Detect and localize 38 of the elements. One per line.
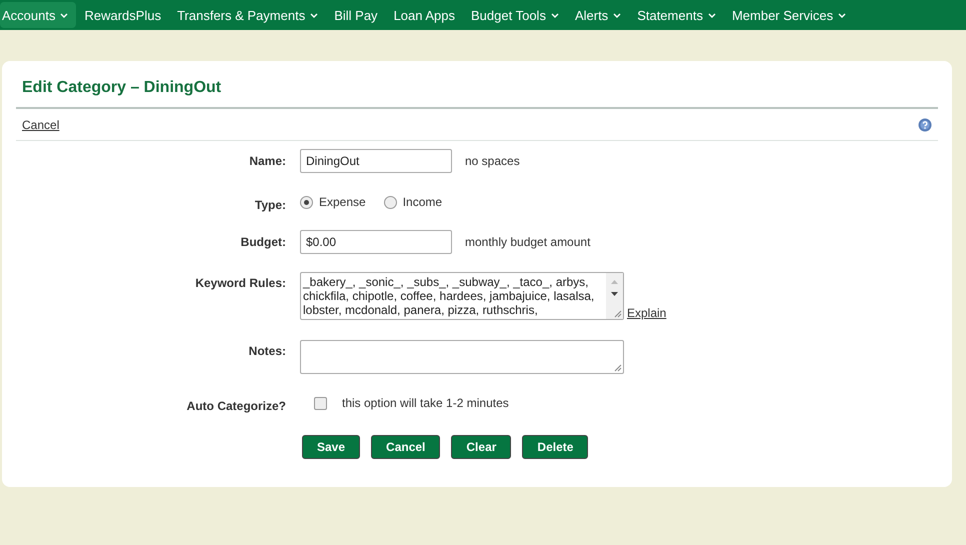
form-button[interactable]: Delete (522, 435, 588, 459)
field-label: Auto Categorize? (186, 398, 286, 413)
field-label: Type: (254, 197, 286, 212)
nav-menu-item[interactable]: Loan Apps (386, 2, 464, 28)
nav-menu-item[interactable]: Statements (629, 2, 724, 28)
keyword-rules-field[interactable]: _bakery_, _sonic_, _subs_, _subway_, _taco_, arbys, chickfila, chipotle, coffee, hardees, jambajuice, lasalsa, lobster, mcdonald, panera, pizza, ruthschris, (300, 272, 624, 320)
field-hint: this option will take 1-2 minutes (342, 396, 509, 410)
form-button[interactable]: Save (302, 435, 360, 459)
help-icon[interactable] (918, 118, 932, 132)
nav-menu-item[interactable]: Budget Tools (463, 2, 567, 28)
field-hint: no spaces (465, 154, 520, 168)
scrollbar-icon[interactable] (606, 273, 623, 319)
page-title: Edit Category – DiningOut (22, 79, 222, 98)
field-label: Name: (248, 153, 286, 168)
nav-menu-item[interactable]: Accounts (0, 2, 76, 28)
text-field[interactable]: $0.00 (300, 230, 452, 254)
nav-menu-item[interactable]: Transfers & Payments (169, 2, 326, 28)
nav-menu-item[interactable]: Member Services (724, 2, 854, 28)
form-button[interactable]: Clear (451, 435, 512, 459)
radio-label: Income (402, 195, 442, 209)
text-field[interactable]: DiningOut (300, 149, 452, 173)
form-button[interactable]: Cancel (371, 435, 440, 459)
field-hint: monthly budget amount (465, 235, 590, 249)
nav-menu-item[interactable]: RewardsPlus (76, 2, 170, 28)
explain-link[interactable]: Explain (627, 306, 666, 320)
checkbox[interactable] (314, 396, 327, 410)
notes-field[interactable] (300, 340, 624, 374)
resize-grip-icon (614, 364, 622, 372)
field-label: Notes: (248, 343, 286, 358)
field-label: Budget: (240, 234, 286, 249)
cancel-link[interactable]: Cancel (22, 118, 60, 132)
radio-button[interactable] (300, 196, 313, 208)
radio-label: Expense (319, 195, 366, 209)
resize-grip-icon (614, 310, 622, 318)
nav-menu-item[interactable]: Bill Pay (326, 2, 386, 28)
radio-button[interactable] (384, 196, 397, 208)
nav-menu-item[interactable]: Alerts (566, 2, 630, 28)
field-label: Keyword Rules: (194, 275, 286, 290)
